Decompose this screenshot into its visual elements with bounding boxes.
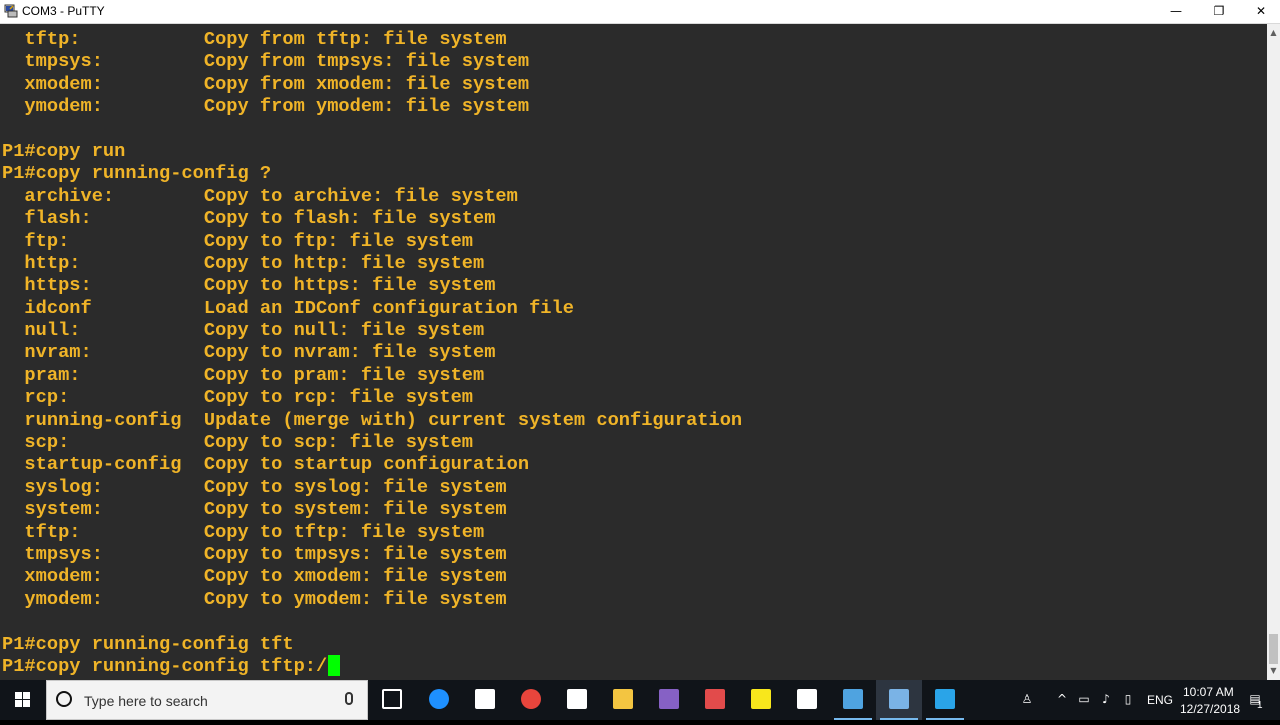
terminal-line: tftp: Copy from tftp: file system [2,28,507,50]
battery-icon[interactable]: ▯ [1121,692,1135,706]
terminal-line: flash: Copy to flash: file system [2,207,496,230]
terminal-line: null: Copy to null: file system [2,319,485,342]
notification-count: 1 [1257,700,1263,711]
taskbar-app-button[interactable] [738,680,784,720]
network-app-icon [843,689,863,709]
terminal-line: tmpsys: Copy to tmpsys: file system [2,542,507,565]
store-icon [475,689,495,709]
terminal-line: xmodem: Copy to xmodem: file system [2,565,507,588]
edge-icon [429,689,449,709]
snipping-tool-icon [705,689,725,709]
window-title: COM3 - PuTTY [22,4,105,18]
language-indicator[interactable]: ENG [1147,693,1173,707]
search-placeholder: Type here to search [84,693,208,709]
terminal-line: ftp: Copy to ftp: file system [2,229,474,252]
terminal-line: syslog: Copy to syslog: file system [2,475,507,498]
people-icon[interactable]: ♙ [1020,692,1034,706]
clock-date[interactable]: 12/27/2018 [1180,702,1240,716]
minimize-button[interactable]: — [1153,0,1199,23]
start-button[interactable] [0,680,46,720]
terminal-line: idconf Load an IDConf configuration file [2,296,574,319]
terminal-line: running-config Update (merge with) curre… [2,408,743,431]
terminal-line: pram: Copy to pram: file system [2,363,485,386]
prompt-text: P1#copy running-config tftp:/ [2,654,328,677]
terminal-output: tftp: Copy from tftp: file system tmpsys… [2,28,742,677]
chrome-icon [521,689,541,709]
terminal-line: ymodem: Copy from ymodem: file system [2,95,530,118]
terminal-line: archive: Copy to archive: file system [2,184,518,207]
taskbar-app-button[interactable] [508,680,554,720]
terminal-line: tftp: Copy to tftp: file system [2,520,485,543]
terminal-window[interactable]: tftp: Copy from tftp: file system tmpsys… [0,24,1267,680]
remote-desktop-icon [935,689,955,709]
restore-button[interactable]: ❐ [1196,0,1242,23]
calculator-icon [567,689,587,709]
terminal-line: P1#copy run [2,139,126,162]
terminal-line: P1#copy running-config ? [2,162,272,185]
terminal-line: system: Copy to system: file system [2,498,507,521]
taskbar-app-button[interactable] [554,680,600,720]
taskbar-search-box[interactable]: Type here to search [46,680,368,720]
taskbar-app-button[interactable] [646,680,692,720]
title-bar: COM3 - PuTTY — ❐ ✕ [0,0,1280,24]
show-hidden-icons-chevron-icon[interactable]: ^ [1055,692,1069,706]
putty-icon [889,689,909,709]
terminal-line: tmpsys: Copy from tmpsys: file system [2,50,530,73]
taskbar: Type here to search ♙ ^ ▭ ♪ ▯ ENG 10:07 … [0,680,1280,720]
close-button[interactable]: ✕ [1238,0,1280,23]
terminal-line: https: Copy to https: file system [2,274,496,297]
cortana-icon [56,691,72,707]
terminal-cursor [328,654,341,676]
clock-time[interactable]: 10:07 AM [1183,685,1234,699]
taskbar-app-button[interactable] [922,680,968,720]
taskbar-app-button[interactable] [692,680,738,720]
windows-logo-icon [15,692,30,707]
terminal-line: P1#copy running-config tft [2,632,294,655]
taskbar-app-button[interactable] [830,680,876,720]
microphone-icon[interactable] [345,692,353,705]
terminal-prompt-line: P1#copy running-config tftp:/ [2,654,742,677]
scroll-up-icon[interactable]: ▲ [1267,26,1280,40]
terminal-line: xmodem: Copy from xmodem: file system [2,72,530,95]
terminal-line: scp: Copy to scp: file system [2,431,474,454]
terminal-line: rcp: Copy to rcp: file system [2,386,474,409]
terminal-line: ymodem: Copy to ymodem: file system [2,587,507,610]
network-tray-icon[interactable]: ▭ [1077,692,1091,706]
taskbar-app-button[interactable] [416,680,462,720]
scroll-down-icon[interactable]: ▼ [1267,664,1280,678]
taskbar-app-button[interactable] [876,680,922,720]
taskbar-app-button[interactable] [462,680,508,720]
terminal-line: nvram: Copy to nvram: file system [2,341,496,364]
taskbar-app-button[interactable] [784,680,830,720]
volume-icon[interactable]: ♪ [1099,692,1113,706]
terminal-line: startup-config Copy to startup configura… [2,453,530,476]
putty-app-icon[interactable] [4,4,18,18]
taskbar-app-button[interactable] [600,680,646,720]
scrollbar-thumb[interactable] [1269,634,1278,664]
vertical-scrollbar[interactable]: ▲ ▼ [1267,24,1280,680]
file-explorer-icon [613,689,633,709]
task-view-icon [382,689,402,709]
taskbar-app-button[interactable] [369,680,415,720]
mail-icon [797,689,817,709]
visual-studio-icon [659,689,679,709]
sticky-notes-icon [751,689,771,709]
terminal-line: http: Copy to http: file system [2,251,485,274]
